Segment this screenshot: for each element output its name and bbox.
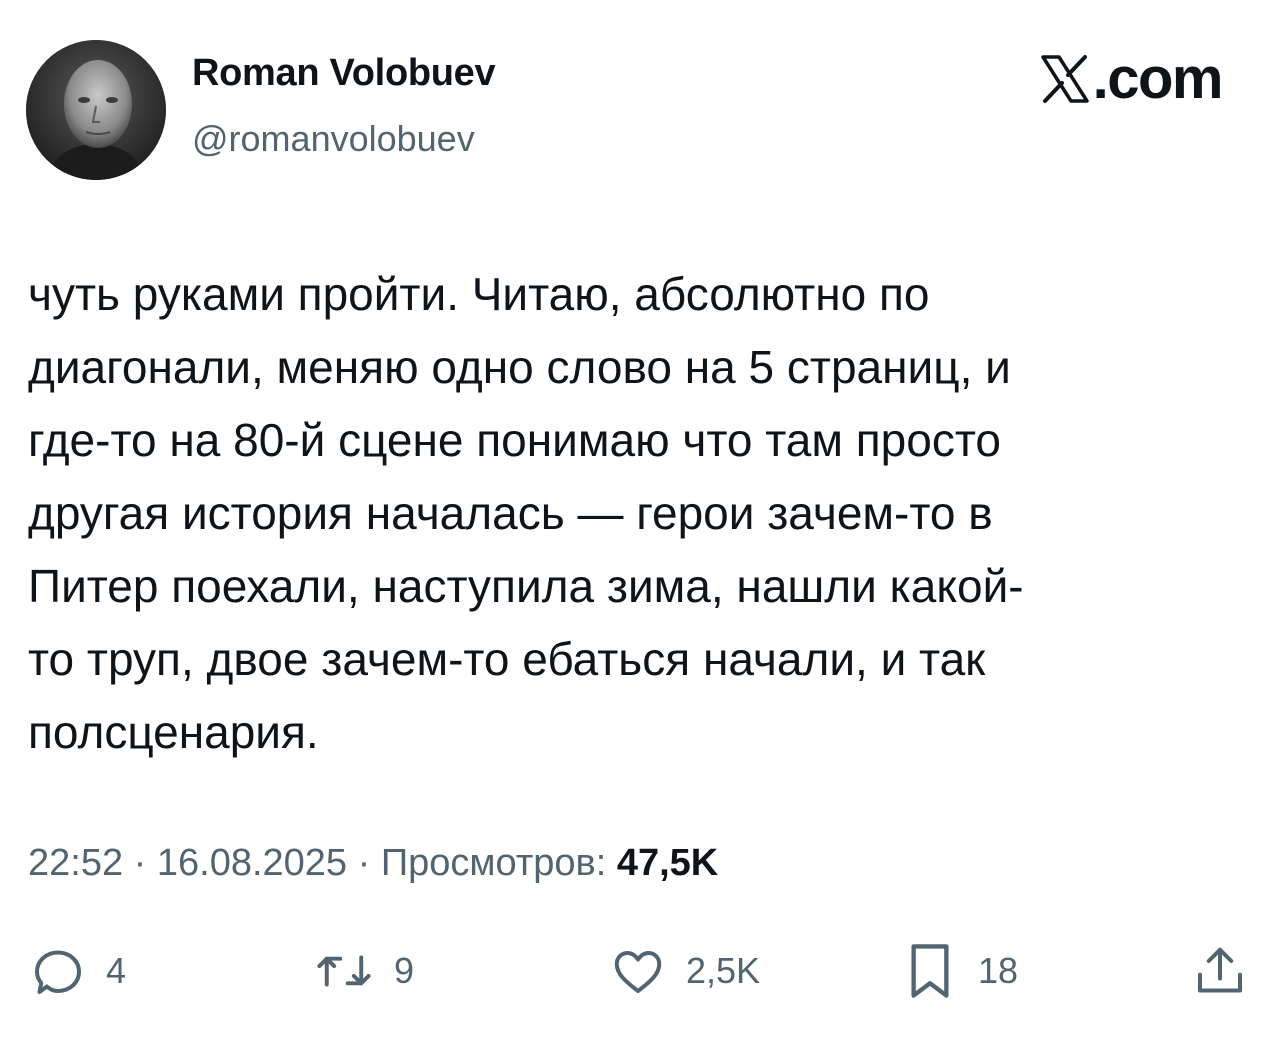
- reply-icon: [35, 950, 81, 994]
- bookmark-button[interactable]: 18: [900, 936, 1018, 1006]
- bookmark-count: 18: [978, 950, 1019, 991]
- like-icon: [614, 951, 662, 993]
- tweet-line: другая история началась — герои зачем-то…: [28, 487, 993, 539]
- tweet-meta: 22:52 · 16.08.2025 · Просмотров: 47,5K: [28, 842, 718, 885]
- repost-icon: [317, 955, 371, 987]
- reply-button[interactable]: 4: [28, 936, 126, 1006]
- reply-count: 4: [106, 950, 127, 991]
- avatar[interactable]: [26, 40, 166, 180]
- views-count: 47,5K: [616, 842, 719, 884]
- share-button[interactable]: [1190, 936, 1250, 1006]
- like-count: 2,5K: [686, 950, 761, 991]
- tweet-line: чуть руками пройти. Читаю, абсолютно по: [28, 268, 930, 320]
- avatar-photo: [26, 40, 166, 180]
- repost-count: 9: [394, 950, 415, 991]
- tweet-line: то труп, двое зачем-то ебаться начали, и…: [28, 633, 986, 685]
- author-name[interactable]: Roman Volobuev: [192, 52, 496, 95]
- meta-separator: ·: [347, 842, 381, 884]
- views-label: Просмотров:: [380, 842, 607, 884]
- tweet-line: диагонали, меняю одно слово на 5 страниц…: [28, 341, 1011, 393]
- repost-button[interactable]: 9: [312, 936, 414, 1006]
- site-logo-suffix: .com: [1092, 45, 1224, 111]
- tweet-line: полсценария.: [28, 706, 319, 758]
- x-logo-icon: [1039, 52, 1091, 104]
- bookmark-icon: [911, 944, 949, 998]
- tweet-line: Питер поехали, наступила зима, нашли как…: [28, 560, 1024, 612]
- tweet-text: чуть руками пройти. Читаю, абсолютно по …: [28, 258, 1248, 769]
- tweet-line: где-то на 80-й сцене понимаю что там про…: [28, 414, 1001, 466]
- share-icon: [1198, 947, 1242, 993]
- author-handle[interactable]: @romanvolobuev: [192, 118, 475, 160]
- action-bar: 4 9 2,5K 18: [0, 936, 1280, 1006]
- meta-separator: ·: [123, 842, 157, 884]
- like-button[interactable]: 2,5K: [608, 936, 760, 1006]
- tweet-date[interactable]: 16.08.2025: [157, 842, 347, 884]
- tweet-time[interactable]: 22:52: [28, 842, 123, 884]
- site-logo: .com: [1039, 45, 1224, 111]
